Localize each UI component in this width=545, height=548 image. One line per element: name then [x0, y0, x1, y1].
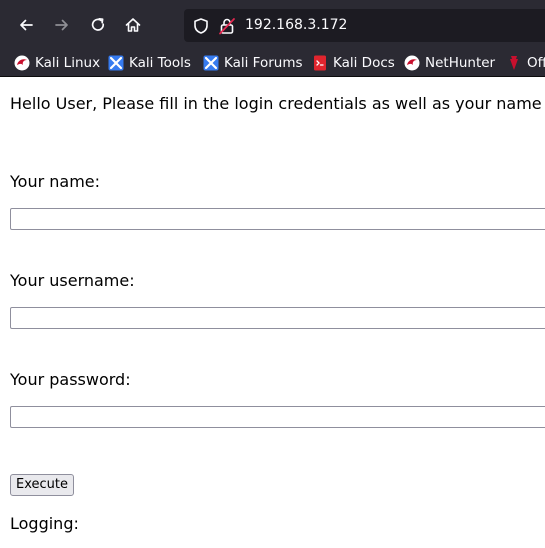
bookmark-label: Kali Forums — [224, 55, 303, 71]
arrow-left-icon — [20, 19, 33, 31]
home-icon — [125, 18, 141, 32]
bookmarks-toolbar: Kali Linux Kali Tools Kali Forums Kali D… — [0, 50, 545, 77]
arrow-right-icon — [55, 19, 68, 31]
bookmark-label: Kali Tools — [129, 55, 191, 71]
nethunter-icon — [404, 55, 420, 71]
logging-label: Logging: — [10, 514, 79, 533]
bookmark-label: NetHunter — [425, 55, 496, 71]
intro-text: Hello User, Please fill in the login cre… — [10, 94, 545, 113]
forward-button[interactable] — [46, 9, 78, 41]
bookmark-kali-forums[interactable]: Kali Forums — [203, 52, 303, 74]
browser-window: 192.168.3.172 Kali Linux Kali Tools Kali… — [0, 0, 545, 548]
kali-tools-icon — [108, 55, 124, 71]
execute-button[interactable]: Execute — [10, 474, 74, 496]
password-label: Your password: — [10, 370, 131, 389]
bookmark-offsec[interactable]: Off — [506, 52, 545, 74]
bookmark-label: Kali Docs — [333, 55, 395, 71]
name-label: Your name: — [10, 172, 101, 191]
page-content: Hello User, Please fill in the login cre… — [0, 78, 545, 548]
bookmark-kali-tools[interactable]: Kali Tools — [108, 52, 191, 74]
bookmark-kali-linux[interactable]: Kali Linux — [14, 52, 100, 74]
tracking-shield-icon[interactable] — [192, 17, 210, 35]
username-label: Your username: — [10, 271, 135, 290]
offsec-icon — [506, 55, 522, 71]
address-bar[interactable]: 192.168.3.172 — [184, 9, 545, 42]
bookmark-nethunter[interactable]: NetHunter — [404, 52, 495, 74]
password-input[interactable] — [10, 406, 545, 428]
username-input[interactable] — [10, 307, 545, 329]
navigation-toolbar: 192.168.3.172 — [0, 0, 545, 50]
home-button[interactable] — [117, 9, 149, 41]
kali-docs-icon — [312, 55, 328, 71]
bookmark-label: Off — [527, 55, 545, 71]
kali-forums-icon — [203, 55, 219, 71]
reload-button[interactable] — [82, 9, 114, 41]
url-text[interactable]: 192.168.3.172 — [245, 16, 347, 35]
bookmark-kali-docs[interactable]: Kali Docs — [312, 52, 395, 74]
back-button[interactable] — [10, 9, 42, 41]
bookmark-label: Kali Linux — [35, 55, 101, 71]
insecure-lock-icon[interactable] — [218, 17, 236, 35]
reload-icon — [91, 17, 105, 31]
name-input[interactable] — [10, 208, 545, 230]
kali-dragon-icon — [14, 55, 30, 71]
